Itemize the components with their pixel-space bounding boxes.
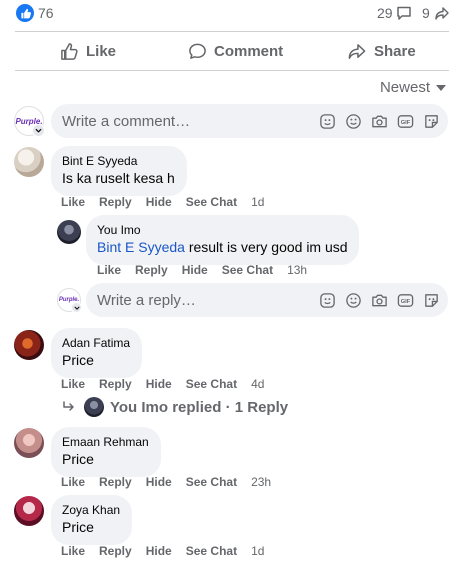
like-button[interactable]: Like (60, 40, 116, 62)
page-avatar[interactable]: Purple. (14, 106, 45, 137)
share-button-label: Share (374, 42, 416, 60)
camera-icon[interactable] (370, 112, 388, 130)
sticker-icon[interactable] (422, 112, 440, 130)
comment-hide-link[interactable]: Hide (146, 475, 172, 489)
view-replies-link[interactable]: You Imo replied · 1 Reply (62, 397, 288, 417)
divider (15, 70, 449, 71)
comment-bubble-icon (189, 43, 206, 59)
comment-input[interactable] (62, 112, 318, 130)
gif-icon[interactable]: GIF (396, 112, 414, 130)
reply-reply-link[interactable]: Reply (135, 263, 168, 277)
reply-author[interactable]: You Imo (97, 222, 348, 238)
sticker-icon[interactable] (422, 291, 440, 309)
like-reaction-icon[interactable] (16, 4, 34, 22)
comment-text: Price (62, 352, 94, 368)
comment-see-chat-link[interactable]: See Chat (186, 195, 237, 209)
avatar[interactable] (14, 330, 44, 360)
share-icon (435, 7, 449, 20)
mention-link[interactable]: Bint E Syyeda (97, 239, 185, 255)
comment-actions: Like Reply Hide See Chat 1d (61, 195, 278, 209)
comment-reply-link[interactable]: Reply (99, 377, 132, 391)
comment-author[interactable]: Adan Fatima (62, 335, 130, 351)
comment-bubble: Adan Fatima Price (51, 328, 143, 378)
chevron-down-icon[interactable] (71, 302, 82, 313)
comment-sort-dropdown[interactable]: Newest (380, 79, 446, 96)
reply-timestamp: 13h (287, 263, 308, 277)
reply-body: result is very good im usd (184, 239, 348, 255)
reaction-summary-bar: 76 29 9 (0, 0, 463, 28)
comment-hide-link[interactable]: Hide (146, 544, 172, 558)
comment-bubble: Bint E Syyeda Is ka ruselt kesa h (51, 146, 187, 196)
comment-bubble: Emaan Rehman Price (51, 427, 161, 477)
comment-hide-link[interactable]: Hide (146, 377, 172, 391)
comment-timestamp: 1d (251, 544, 265, 558)
comment-like-link[interactable]: Like (61, 377, 85, 391)
comment-author[interactable]: Zoya Khan (62, 502, 120, 518)
comment-see-chat-link[interactable]: See Chat (186, 475, 237, 489)
composer-tools: GIF (318, 112, 448, 130)
reply-hide-link[interactable]: Hide (182, 263, 208, 277)
svg-text:GIF: GIF (400, 298, 410, 304)
comment-timestamp: 4d (251, 377, 265, 391)
comment-text: Is ka ruselt kesa h (62, 170, 175, 186)
share-button[interactable]: Share (347, 40, 416, 62)
emoji-icon[interactable] (344, 291, 362, 309)
page-avatar[interactable]: Purple. (57, 288, 82, 313)
thumbs-up-icon (61, 42, 78, 60)
comment-author[interactable]: Bint E Syyeda (62, 153, 175, 169)
comment-timestamp: 1d (251, 195, 265, 209)
share-count[interactable]: 9 (422, 5, 430, 21)
comment-see-chat-link[interactable]: See Chat (186, 377, 237, 391)
comment-composer[interactable]: GIF (51, 104, 448, 138)
replied-summary-text: You Imo replied · 1 Reply (110, 398, 289, 416)
reply-bubble: You Imo Bint E Syyeda result is very goo… (86, 215, 359, 265)
caret-down-icon (436, 84, 446, 91)
emoji-icon[interactable] (344, 112, 362, 130)
comment-text: Price (62, 519, 94, 535)
reply-like-link[interactable]: Like (97, 263, 121, 277)
avatar[interactable] (14, 147, 44, 177)
avatar[interactable] (57, 220, 81, 244)
reply-arrow-icon (63, 401, 74, 411)
like-count[interactable]: 76 (38, 5, 54, 21)
comment-actions: Like Reply Hide See Chat 23h (61, 475, 285, 489)
divider (15, 31, 449, 32)
reply-actions: Like Reply Hide See Chat 13h (97, 263, 321, 277)
avatar[interactable] (14, 496, 44, 526)
chevron-down-icon[interactable] (32, 124, 45, 137)
comment-bubble: Zoya Khan Price (51, 495, 133, 545)
comment-see-chat-link[interactable]: See Chat (186, 544, 237, 558)
like-button-label: Like (86, 42, 117, 60)
svg-text:GIF: GIF (400, 119, 410, 125)
comment-button[interactable]: Comment (188, 40, 283, 62)
share-arrow-icon (348, 43, 366, 59)
avatar (84, 397, 104, 417)
comment-like-link[interactable]: Like (61, 195, 85, 209)
avatar-sticker-icon[interactable] (318, 112, 336, 130)
comment-actions: Like Reply Hide See Chat 4d (61, 377, 278, 391)
comment-button-label: Comment (214, 42, 284, 60)
sort-label: Newest (379, 79, 430, 96)
reply-input[interactable] (97, 291, 318, 309)
comment-hide-link[interactable]: Hide (146, 195, 172, 209)
avatar[interactable] (14, 428, 44, 458)
comment-timestamp: 23h (251, 475, 272, 489)
composer-tools: GIF (318, 291, 448, 309)
comment-text: Price (62, 451, 94, 467)
camera-icon[interactable] (370, 291, 388, 309)
comment-icon (397, 6, 411, 20)
comment-count[interactable]: 29 (377, 5, 393, 21)
comment-like-link[interactable]: Like (61, 475, 85, 489)
reply-see-chat-link[interactable]: See Chat (222, 263, 273, 277)
comment-actions: Like Reply Hide See Chat 1d (61, 544, 278, 558)
gif-icon[interactable]: GIF (396, 291, 414, 309)
avatar-sticker-icon[interactable] (318, 291, 336, 309)
reply-composer[interactable]: GIF (86, 283, 448, 317)
comment-like-link[interactable]: Like (61, 544, 85, 558)
reply-text: Bint E Syyeda result is very good im usd (97, 238, 348, 257)
comment-reply-link[interactable]: Reply (99, 544, 132, 558)
comment-reply-link[interactable]: Reply (99, 475, 132, 489)
comment-reply-link[interactable]: Reply (99, 195, 132, 209)
comment-author[interactable]: Emaan Rehman (62, 434, 149, 450)
